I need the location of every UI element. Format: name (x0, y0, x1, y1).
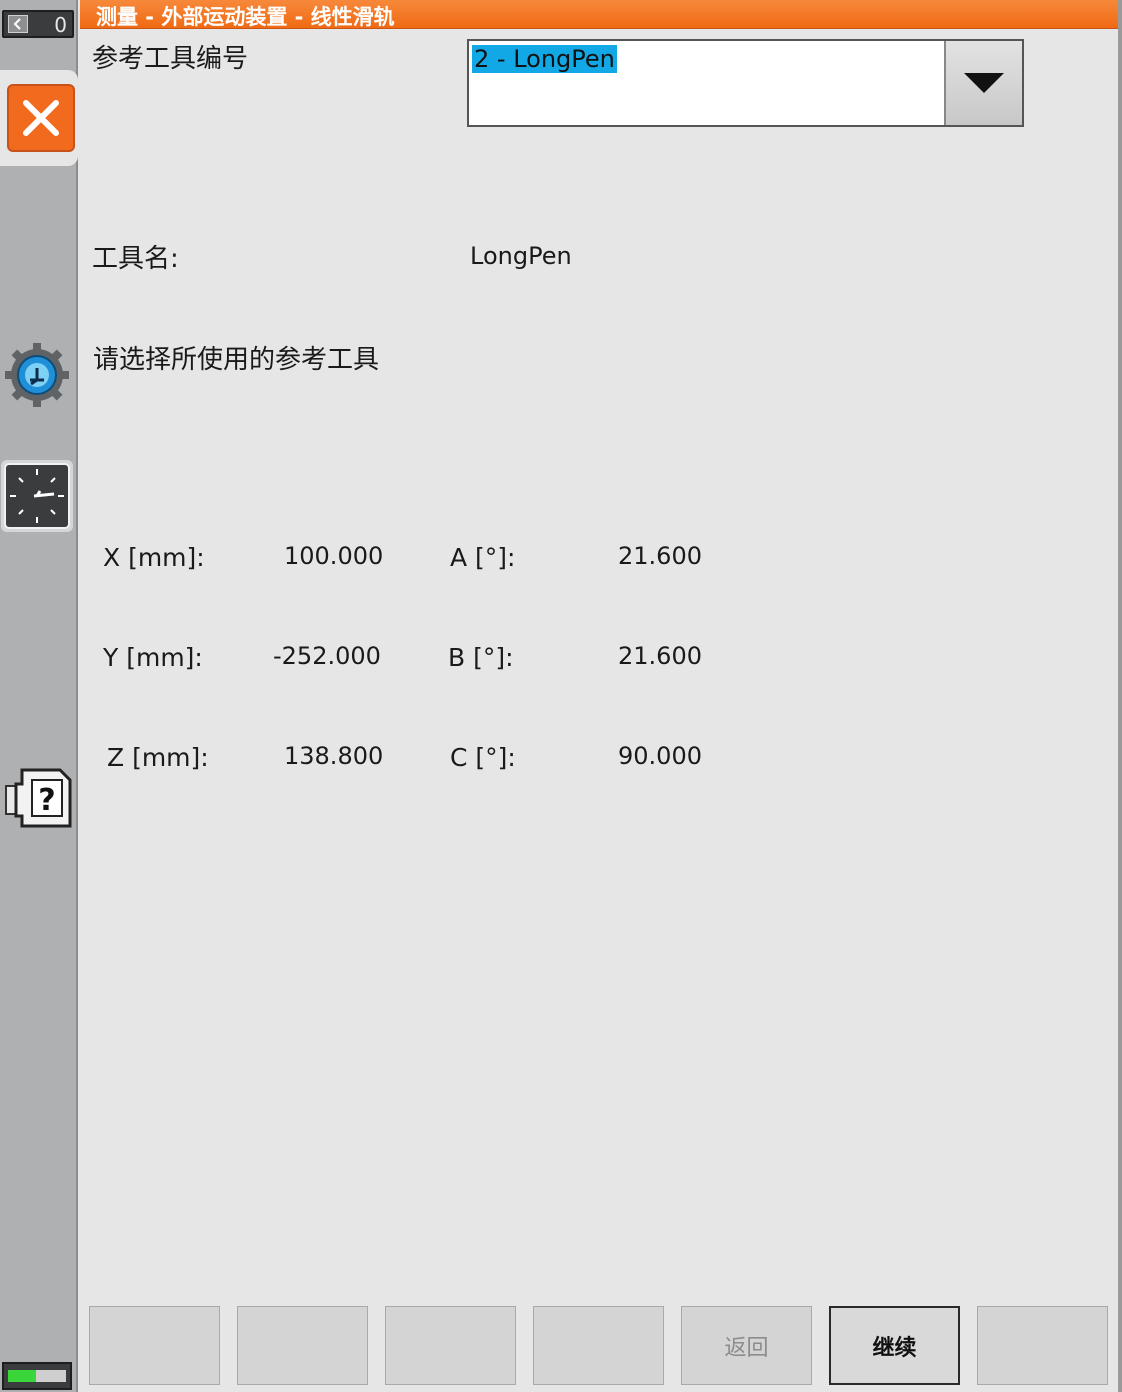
tool-name-label: 工具名: (92, 244, 179, 274)
battery-indicator (2, 1362, 72, 1390)
clock-icon (4, 463, 70, 529)
softkey-2[interactable] (237, 1306, 368, 1385)
softkey-4[interactable] (533, 1306, 664, 1385)
ref-tool-dropdown[interactable]: 2 - LongPen (467, 39, 1024, 127)
c-value: 90.000 (618, 742, 702, 770)
clock-button[interactable] (1, 460, 73, 532)
left-sidebar: 0 ? (0, 0, 78, 1392)
tool-name-value: LongPen (470, 242, 572, 270)
close-button[interactable] (7, 84, 75, 152)
z-label: Z [mm]: (107, 743, 209, 772)
status-indicator[interactable]: 0 (2, 10, 74, 38)
softkey-3[interactable] (385, 1306, 516, 1385)
y-value: -252.000 (273, 642, 381, 670)
chevron-down-icon (964, 73, 1004, 93)
b-value: 21.600 (618, 642, 702, 670)
gear-icon[interactable] (4, 342, 70, 408)
back-button[interactable]: 返回 (681, 1306, 812, 1385)
close-icon (23, 100, 59, 136)
status-count: 0 (54, 13, 67, 37)
softkey-1[interactable] (89, 1306, 220, 1385)
b-label: B [°]: (448, 643, 514, 672)
continue-button[interactable]: 继续 (829, 1306, 960, 1385)
c-label: C [°]: (450, 743, 516, 772)
dropdown-arrow-button[interactable] (944, 41, 1022, 125)
x-label: X [mm]: (103, 543, 205, 572)
svg-text:?: ? (38, 783, 55, 818)
window-title: 测量 - 外部运动装置 - 线性滑轨 (96, 5, 395, 29)
ref-tool-label: 参考工具编号 (92, 44, 249, 74)
instruction-text: 请选择所使用的参考工具 (93, 345, 380, 375)
ref-tool-selected-value[interactable]: 2 - LongPen (472, 45, 617, 73)
title-bar: 测量 - 外部运动装置 - 线性滑轨 (80, 0, 1118, 29)
help-icon[interactable]: ? (4, 766, 74, 834)
battery-icon (8, 1370, 66, 1382)
window-switch-icon (8, 15, 28, 33)
right-border (1118, 0, 1122, 1392)
softkey-7[interactable] (977, 1306, 1108, 1385)
z-value: 138.800 (284, 742, 384, 770)
y-label: Y [mm]: (103, 643, 203, 672)
x-value: 100.000 (284, 542, 384, 570)
a-value: 21.600 (618, 542, 702, 570)
a-label: A [°]: (450, 543, 516, 572)
